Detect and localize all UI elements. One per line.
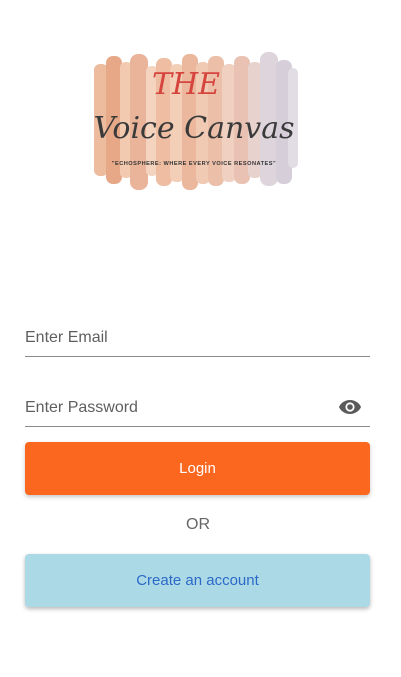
or-separator: OR: [186, 516, 210, 533]
app-logo: THE Voice Canvas "ECHOSPHERE: WHERE EVER…: [88, 50, 304, 200]
logo-artwork: THE Voice Canvas "ECHOSPHERE: WHERE EVER…: [93, 52, 298, 190]
logo-title-the: THE: [152, 67, 220, 102]
create-account-button[interactable]: Create an account: [25, 554, 370, 607]
password-field[interactable]: [25, 390, 370, 427]
email-field[interactable]: [25, 320, 370, 357]
password-input[interactable]: [25, 396, 325, 420]
email-input[interactable]: [25, 326, 325, 350]
logo-tagline: "ECHOSPHERE: WHERE EVERY VOICE RESONATES…: [112, 161, 276, 167]
eye-icon[interactable]: [338, 397, 362, 417]
login-button[interactable]: Login: [25, 442, 370, 495]
logo-title-main: Voice Canvas: [93, 111, 294, 146]
